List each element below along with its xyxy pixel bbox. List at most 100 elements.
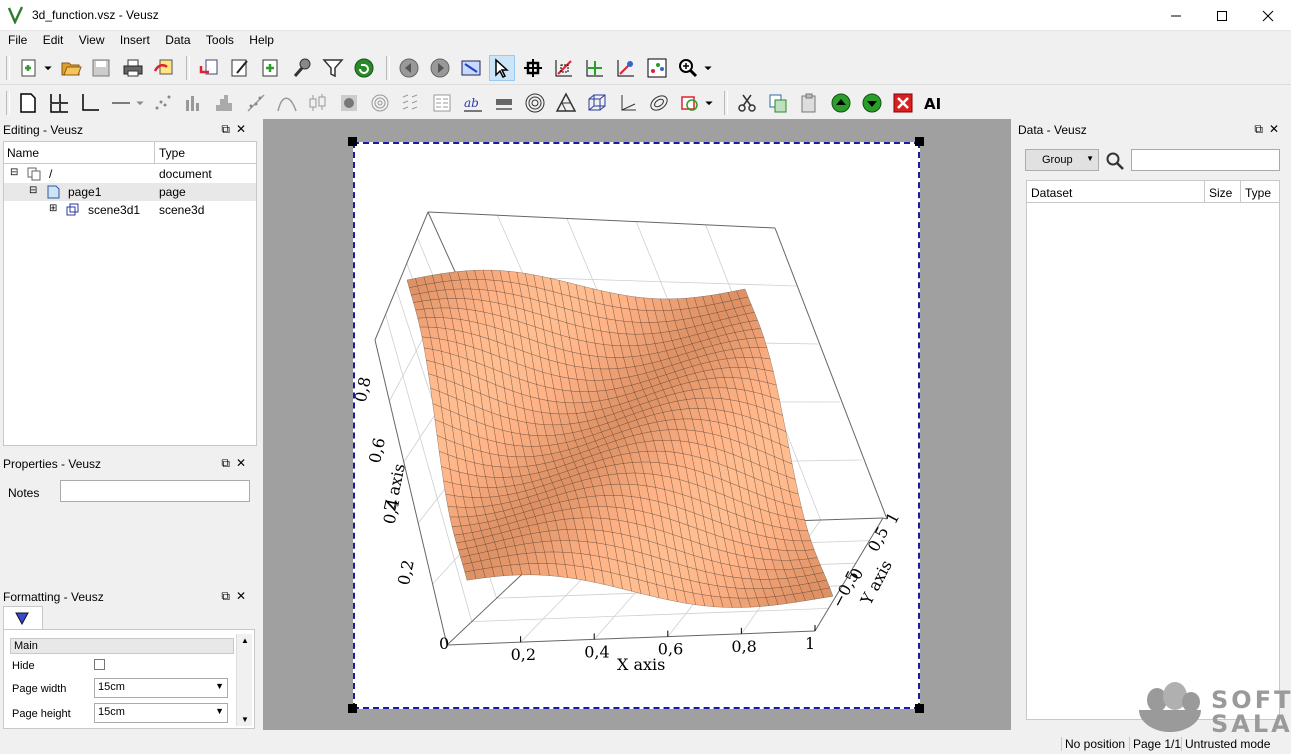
add-vectorfield-button[interactable]	[398, 90, 424, 116]
select-tool-button[interactable]	[489, 55, 515, 81]
cut-button[interactable]	[734, 90, 760, 116]
reload-data-button[interactable]	[351, 55, 377, 81]
tree-column-type[interactable]: Type	[159, 146, 185, 160]
close-panel-icon[interactable]: ✕	[236, 122, 252, 136]
selection-handle[interactable]	[348, 137, 357, 146]
add-graph-button[interactable]	[77, 90, 103, 116]
toolbar-grip[interactable]	[6, 91, 10, 115]
menu-file[interactable]: File	[4, 31, 31, 47]
menu-data[interactable]: Data	[161, 31, 194, 47]
float-panel-icon[interactable]: ⧉	[221, 122, 236, 136]
add-colorbar-button[interactable]	[491, 90, 517, 116]
selection-handle[interactable]	[915, 137, 924, 146]
column-type[interactable]: Type	[1245, 186, 1271, 200]
add-page-button[interactable]	[15, 90, 41, 116]
close-window-button[interactable]	[1245, 0, 1291, 31]
tree-row-page1[interactable]: ⊟ page1 page	[4, 183, 256, 201]
open-button[interactable]	[58, 55, 84, 81]
column-dataset[interactable]: Dataset	[1031, 186, 1072, 200]
copy-button[interactable]	[765, 90, 791, 116]
menu-view[interactable]: View	[75, 31, 109, 47]
page-width-select[interactable]: 15cm ▼	[94, 678, 228, 698]
import-data-button[interactable]	[196, 55, 222, 81]
add-shape-button[interactable]	[646, 90, 672, 116]
add-label-button[interactable]: ab	[460, 90, 486, 116]
selection-handle[interactable]	[348, 704, 357, 713]
page-height-select[interactable]: 15cm ▼	[94, 703, 228, 723]
axis-menu-arrow[interactable]	[132, 90, 148, 116]
hide-checkbox[interactable]	[94, 659, 105, 670]
tree-row-document[interactable]: ⊟ / document	[4, 165, 256, 183]
menu-insert[interactable]: Insert	[116, 31, 154, 47]
export-button[interactable]	[151, 55, 177, 81]
close-panel-icon[interactable]: ✕	[1269, 122, 1285, 136]
collapse-icon[interactable]: ⊟	[29, 185, 37, 196]
zoom-menu-arrow[interactable]	[700, 55, 716, 81]
save-button[interactable]	[88, 55, 114, 81]
edit-data-button[interactable]	[227, 55, 253, 81]
fullscreen-button[interactable]	[458, 55, 484, 81]
menu-edit[interactable]: Edit	[39, 31, 68, 47]
add-3d-graph-button[interactable]	[615, 90, 641, 116]
zoom-button[interactable]	[675, 55, 701, 81]
menu-help[interactable]: Help	[245, 31, 278, 47]
delete-button[interactable]	[890, 90, 916, 116]
menu-tools[interactable]: Tools	[202, 31, 238, 47]
new-document-button[interactable]	[16, 55, 42, 81]
maximize-button[interactable]	[1199, 0, 1245, 31]
paste-button[interactable]	[796, 90, 822, 116]
formatting-scrollbar[interactable]: ▲ ▼	[236, 634, 252, 726]
move-graph-button[interactable]	[582, 55, 608, 81]
move-down-button[interactable]	[859, 90, 885, 116]
add-contour-button[interactable]	[367, 90, 393, 116]
add-boxplot-button[interactable]	[305, 90, 331, 116]
add-axis-button[interactable]	[108, 90, 134, 116]
capture-data-button[interactable]	[289, 55, 315, 81]
float-panel-icon[interactable]: ⧉	[1254, 122, 1269, 136]
selection-handle[interactable]	[915, 704, 924, 713]
plot-canvas[interactable]: 0,2 0,4 0,6 0,8 1 0 X axis −0,5 0 0,5 1 Y axis 0,2 0,…	[263, 119, 1011, 730]
toolbar-grip[interactable]	[6, 56, 10, 80]
add-ternary-button[interactable]	[553, 90, 579, 116]
add-3d-scene-button[interactable]	[584, 90, 610, 116]
read-points-button[interactable]	[520, 55, 546, 81]
next-page-button[interactable]	[427, 55, 453, 81]
add-histogram-button[interactable]	[212, 90, 238, 116]
group-button[interactable]: Group ▼	[1025, 149, 1099, 171]
previous-page-button[interactable]	[396, 55, 422, 81]
add-function-button[interactable]	[274, 90, 300, 116]
close-panel-icon[interactable]: ✕	[236, 456, 252, 470]
select-data-button[interactable]	[644, 55, 670, 81]
add-grid-button[interactable]	[46, 90, 72, 116]
scroll-up-icon[interactable]: ▲	[241, 636, 249, 645]
add-polar-button[interactable]	[522, 90, 548, 116]
dataset-search-input[interactable]	[1131, 149, 1280, 171]
collapse-icon[interactable]: ⊟	[10, 167, 18, 178]
zoom-axis-button[interactable]	[613, 55, 639, 81]
tree-row-scene3d1[interactable]: ⊞ scene3d1 scene3d	[4, 201, 256, 219]
expand-icon[interactable]: ⊞	[49, 203, 57, 214]
move-up-button[interactable]	[828, 90, 854, 116]
shape-menu-arrow[interactable]	[701, 90, 717, 116]
scroll-down-icon[interactable]: ▼	[241, 715, 249, 724]
3d-surface-plot[interactable]: 0,2 0,4 0,6 0,8 10X axis−0,500,51Y axis0,20,…	[336, 144, 918, 707]
zoom-graph-button[interactable]	[551, 55, 577, 81]
toolbar-grip[interactable]	[186, 56, 190, 80]
add-fit-button[interactable]	[243, 90, 269, 116]
notes-input[interactable]	[60, 480, 250, 502]
add-box-button[interactable]	[677, 90, 703, 116]
toolbar-grip[interactable]	[724, 91, 728, 115]
plot-page[interactable]: 0,2 0,4 0,6 0,8 1 0 X axis −0,5 0 0,5 1 Y axis 0,2 0,…	[336, 142, 920, 709]
filter-data-button[interactable]	[320, 55, 346, 81]
float-panel-icon[interactable]: ⧉	[221, 589, 236, 603]
print-button[interactable]	[120, 55, 146, 81]
rename-button[interactable]: AI	[921, 90, 947, 116]
minimize-button[interactable]	[1153, 0, 1199, 31]
create-dataset-button[interactable]	[258, 55, 284, 81]
close-panel-icon[interactable]: ✕	[236, 589, 252, 603]
add-xy-button[interactable]	[150, 90, 176, 116]
tab-main[interactable]	[3, 606, 43, 630]
new-menu-arrow[interactable]	[40, 55, 56, 81]
add-bar-button[interactable]	[181, 90, 207, 116]
float-panel-icon[interactable]: ⧉	[221, 456, 236, 470]
